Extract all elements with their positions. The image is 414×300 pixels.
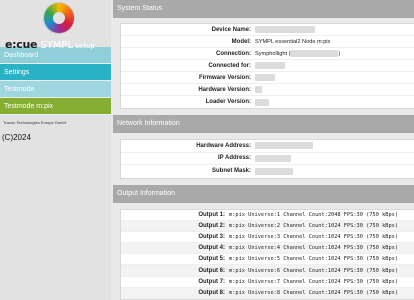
table-row: Output 5: m:pix Universe:5 Channel Count:… bbox=[121, 254, 414, 266]
firmware-version-label: Firmware Version: bbox=[198, 74, 251, 81]
model-value: SYMPL essential2 Node m:pix bbox=[255, 38, 331, 45]
table-row: Output 6: m:pix Universe:6 Channel Count:… bbox=[121, 265, 414, 277]
output-value: m:pix Universe:7 Channel Count:1024 FPS:… bbox=[229, 278, 399, 285]
connected-for-value bbox=[255, 62, 414, 69]
table-row: Subnet Mask: bbox=[121, 165, 414, 178]
output-value: m:pix Universe:3 Channel Count:1024 FPS:… bbox=[229, 233, 399, 240]
device-name-label: Device Name: bbox=[211, 26, 251, 33]
table-row: Output 4: m:pix Universe:4 Channel Count:… bbox=[121, 243, 414, 255]
output-label: Output 7: bbox=[198, 278, 225, 285]
ecue-logo-icon bbox=[44, 3, 74, 33]
hardware-address-label: Hardware Address: bbox=[196, 142, 251, 149]
output-value: m:pix Universe:5 Channel Count:1024 FPS:… bbox=[229, 256, 399, 263]
network-info-panel: Hardware Address: IP Address: Subnet Mas… bbox=[120, 139, 414, 179]
table-row: Hardware Address: bbox=[121, 140, 414, 153]
output-value: m:pix Universe:1 Channel Count:2048 FPS:… bbox=[229, 211, 399, 218]
output-label: Output 1: bbox=[198, 211, 225, 218]
loader-version-label: Loader Version: bbox=[205, 99, 251, 105]
hardware-version-value bbox=[255, 86, 414, 93]
brand-wordmark: e:cue SYMPL setup bbox=[5, 38, 95, 51]
table-row: Hardware Version: bbox=[121, 84, 414, 96]
network-info-header: Network Information bbox=[113, 115, 414, 133]
nav-testmode-mpix[interactable]: Testmode m:pix bbox=[0, 98, 111, 115]
redacted-value bbox=[255, 26, 315, 33]
ip-address-label: IP Address: bbox=[217, 155, 251, 162]
device-name-value bbox=[255, 26, 414, 33]
connection-value: Symphollight () bbox=[255, 50, 414, 57]
table-row: Output 8: m:pix Universe:8 Channel Count:… bbox=[121, 287, 414, 299]
copyright: (C)2024 bbox=[2, 133, 31, 142]
table-row: Output 3: m:pix Universe:3 Channel Count:… bbox=[121, 232, 414, 244]
output-label: Output 4: bbox=[198, 245, 225, 252]
hardware-version-label: Hardware Version: bbox=[198, 86, 251, 93]
output-info-panel: Output 1: m:pix Universe:1 Channel Count:… bbox=[120, 208, 414, 300]
connection-prefix: Symphollight ( bbox=[255, 50, 291, 57]
redacted-value bbox=[255, 142, 313, 150]
output-value: m:pix Universe:2 Channel Count:1024 FPS:… bbox=[229, 222, 399, 229]
table-row: Loader Version: bbox=[121, 96, 414, 108]
nav-testmode[interactable]: Testmode bbox=[0, 81, 111, 98]
redacted-value bbox=[255, 154, 291, 162]
connection-label: Connection: bbox=[216, 50, 251, 57]
redacted-value bbox=[255, 86, 262, 93]
connected-for-label: Connected for: bbox=[208, 62, 251, 69]
subnet-mask-value bbox=[255, 167, 414, 175]
output-label: Output 3: bbox=[198, 233, 225, 240]
output-value: m:pix Universe:6 Channel Count:1024 FPS:… bbox=[229, 267, 399, 274]
output-value: m:pix Universe:8 Channel Count:1024 FPS:… bbox=[229, 290, 399, 297]
table-row: Output 1: m:pix Universe:1 Channel Count:… bbox=[121, 210, 414, 221]
brand-small: setup bbox=[73, 42, 95, 50]
table-row: Firmware Version: bbox=[121, 72, 414, 84]
table-row: Output 7: m:pix Universe:7 Channel Count:… bbox=[121, 277, 414, 288]
redacted-value bbox=[290, 50, 339, 57]
firmware-version-value bbox=[255, 74, 414, 81]
system-status-panel: Device Name: Model: SYMPL essential2 Nod… bbox=[120, 23, 414, 109]
table-row: IP Address: bbox=[121, 153, 414, 165]
model-label: Model: bbox=[231, 38, 251, 45]
system-status-header: System Status bbox=[113, 0, 414, 18]
table-row: Connected for: bbox=[121, 60, 414, 72]
connection-suffix: ) bbox=[338, 50, 341, 57]
output-value: m:pix Universe:4 Channel Count:1024 FPS:… bbox=[229, 245, 399, 252]
loader-version-value bbox=[255, 98, 414, 106]
main-content: System Status Device Name: Model: SYMPL … bbox=[113, 0, 414, 300]
redacted-value bbox=[255, 98, 269, 106]
nav-settings[interactable]: Settings bbox=[0, 64, 111, 81]
table-row: Device Name: bbox=[121, 24, 414, 36]
table-row: Connection: Symphollight () bbox=[121, 48, 414, 60]
output-label: Output 8: bbox=[198, 290, 225, 297]
brand-area: e:cue SYMPL setup bbox=[0, 0, 111, 51]
redacted-value bbox=[255, 62, 285, 69]
sidebar: e:cue SYMPL setup Dashboard Settings Tes… bbox=[0, 0, 111, 300]
output-label: Output 6: bbox=[198, 267, 225, 274]
output-label: Output 2: bbox=[198, 222, 225, 229]
hardware-address-value bbox=[255, 142, 414, 150]
output-label: Output 5: bbox=[198, 256, 225, 263]
redacted-value bbox=[255, 74, 275, 81]
table-row: Model: SYMPL essential2 Node m:pix bbox=[121, 36, 414, 48]
output-info-header: Output Information bbox=[113, 184, 414, 203]
brand-light: SYMPL bbox=[37, 40, 74, 51]
subnet-mask-label: Subnet Mask: bbox=[211, 168, 251, 175]
ip-address-value bbox=[255, 154, 414, 162]
company-name: Traxon Technologies Europe GmbH bbox=[3, 120, 67, 125]
brand-strong: e:cue bbox=[5, 38, 38, 51]
table-row: Output 2: m:pix Universe:2 Channel Count:… bbox=[121, 220, 414, 232]
redacted-value bbox=[255, 167, 293, 175]
